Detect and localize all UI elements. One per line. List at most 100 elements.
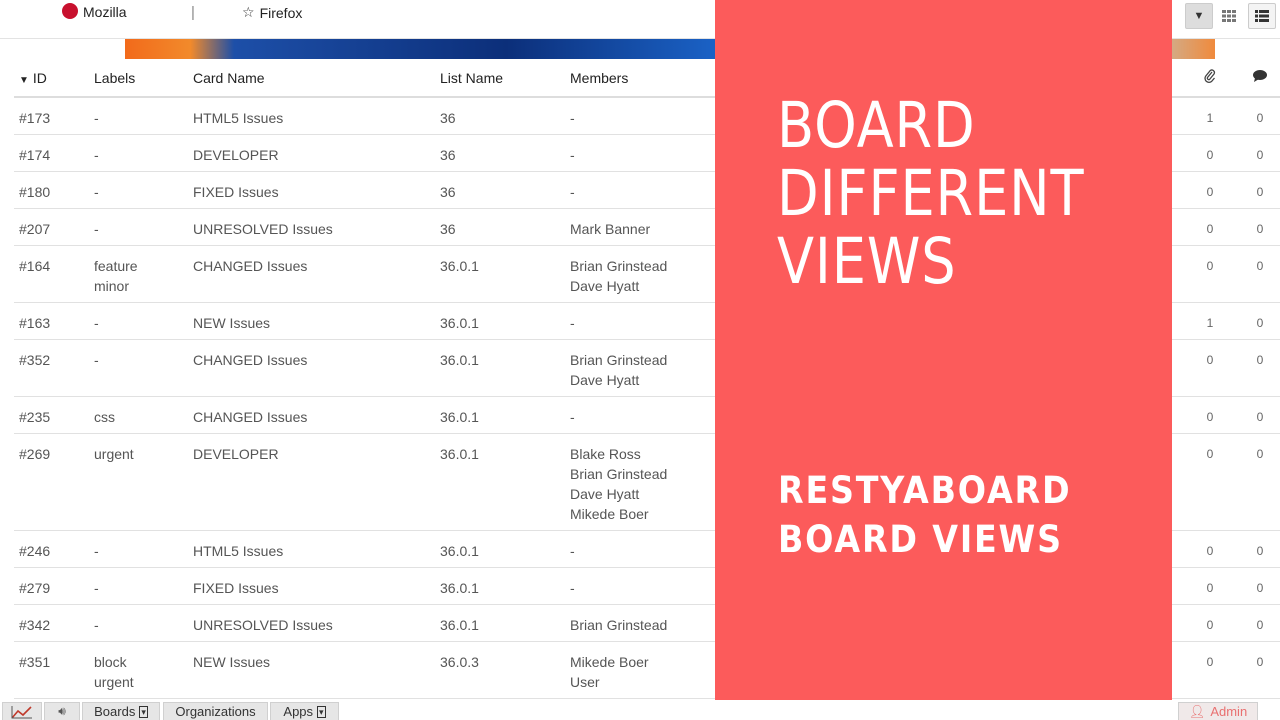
dropdown-caret-button[interactable]: ▼ (1185, 3, 1213, 29)
comment-count: 0 (1256, 353, 1264, 367)
overlay-title: BOARD DIFFERENT VIEWS (777, 92, 1085, 296)
comment-count: 0 (1256, 111, 1264, 125)
card-name[interactable]: UNRESOLVED Issues (193, 219, 333, 239)
list-name: 36.0.1 (440, 617, 479, 633)
overlay-title-line: BOARD (777, 89, 976, 162)
card-members: Mark Banner (570, 219, 650, 239)
card-members-item: - (570, 580, 575, 596)
organizations-label: Organizations (175, 704, 256, 719)
attachment-count: 0 (1206, 353, 1214, 367)
card-id: #342 (19, 617, 51, 633)
apps-menu-button[interactable]: Apps ▾ (270, 702, 339, 720)
column-header-members[interactable]: Members (570, 68, 628, 88)
card-labels-item: - (94, 221, 99, 237)
grid-view-button[interactable] (1215, 3, 1243, 29)
organizations-button[interactable]: Organizations (163, 702, 268, 720)
card-members-item: - (570, 409, 575, 425)
list-name: 36.0.1 (440, 409, 479, 425)
card-name[interactable]: NEW Issues (193, 652, 270, 672)
card-labels-item: - (94, 543, 99, 559)
card-labels: - (94, 145, 99, 165)
card-members-item: Mark Banner (570, 221, 651, 237)
activity-chart-icon (11, 705, 32, 719)
card-name[interactable]: FIXED Issues (193, 182, 279, 202)
card-labels-item: minor (94, 278, 130, 294)
list-view-button[interactable] (1248, 3, 1276, 29)
card-id: #174 (19, 147, 51, 163)
card-labels: - (94, 182, 99, 202)
comment-count: 0 (1256, 316, 1264, 330)
card-name[interactable]: CHANGED Issues (193, 350, 307, 370)
card-name[interactable]: HTML5 Issues (193, 541, 283, 561)
card-id: #164 (19, 258, 51, 274)
card-name[interactable]: CHANGED Issues (193, 407, 307, 427)
attachment-count: 0 (1206, 544, 1214, 558)
card-labels: - (94, 578, 99, 598)
card-members-item: Brian Grinstead (570, 352, 668, 368)
column-header-attachments[interactable] (1202, 68, 1218, 88)
card-id: #173 (19, 110, 51, 126)
card-members-item: Brian Grinstead (570, 466, 668, 482)
card-members-item: Mikede Boer (570, 654, 649, 670)
card-members-item: Brian Grinstead (570, 258, 668, 274)
column-header-labels[interactable]: Labels (94, 68, 135, 88)
admin-user-button[interactable]: 👤︎ Admin (1178, 702, 1258, 720)
card-labels: urgent (94, 444, 134, 464)
user-icon: 👤︎ (1188, 703, 1206, 719)
card-labels-item: urgent (94, 446, 134, 462)
card-labels: css (94, 407, 115, 427)
board-name: Firefox (259, 4, 303, 21)
list-name: 36.0.1 (440, 258, 479, 274)
card-name[interactable]: HTML5 Issues (193, 108, 283, 128)
card-name[interactable]: DEVELOPER (193, 444, 279, 464)
footer-bar: 🔊︎ Boards ▾ Organizations Apps ▾ 👤︎ Admin (0, 700, 1280, 720)
card-id: #163 (19, 315, 51, 331)
card-id: #351 (19, 654, 51, 670)
list-name: 36 (440, 184, 456, 200)
list-name: 36 (440, 110, 456, 126)
card-labels: - (94, 108, 99, 128)
column-header-comments[interactable] (1252, 68, 1268, 88)
card-id: #279 (19, 580, 51, 596)
card-members: Blake Ross Brian Grinstead Dave Hyatt Miked… (570, 444, 667, 524)
card-members: - (570, 108, 575, 128)
boards-menu-button[interactable]: Boards ▾ (82, 702, 160, 720)
list-name: 36 (440, 147, 456, 163)
card-id: #269 (19, 446, 51, 462)
card-labels-item: urgent (94, 674, 134, 690)
card-labels-item: - (94, 110, 99, 126)
breadcrumb-board[interactable]: ☆ Firefox (242, 4, 302, 21)
card-id: #246 (19, 543, 51, 559)
promo-overlay-panel: BOARD DIFFERENT VIEWS RESTYABOARD BOARD … (715, 0, 1172, 720)
card-name[interactable]: DEVELOPER (193, 145, 279, 165)
card-name[interactable]: FIXED Issues (193, 578, 279, 598)
breadcrumb-organization[interactable]: Mozilla (62, 3, 127, 20)
mozilla-logo-icon (62, 3, 78, 19)
card-name[interactable]: CHANGED Issues (193, 256, 307, 276)
column-header-id[interactable]: ▼ ID (19, 68, 47, 91)
column-header-list-name[interactable]: List Name (440, 68, 503, 88)
comment-count: 0 (1256, 148, 1264, 162)
card-name[interactable]: NEW Issues (193, 313, 270, 333)
card-labels: - (94, 541, 99, 561)
activity-button[interactable] (2, 702, 42, 720)
card-members-item: Blake Ross (570, 446, 641, 462)
card-members: Brian Grinstead (570, 615, 667, 635)
card-labels-item: css (94, 409, 115, 425)
card-members: Mikede Boer User (570, 652, 649, 692)
list-icon (1255, 10, 1269, 22)
column-header-card-name[interactable]: Card Name (193, 68, 265, 88)
sound-button[interactable]: 🔊︎ (44, 702, 80, 720)
card-members-item: Dave Hyatt (570, 278, 640, 294)
list-name: 36.0.1 (440, 315, 479, 331)
dropdown-icon: ▾ (139, 705, 148, 718)
star-icon[interactable]: ☆ (242, 4, 255, 21)
card-members: - (570, 313, 575, 333)
list-name: 36.0.1 (440, 543, 479, 559)
card-name[interactable]: UNRESOLVED Issues (193, 615, 333, 635)
comment-icon (1253, 70, 1267, 82)
card-labels: - (94, 219, 99, 239)
comment-count: 0 (1256, 581, 1264, 595)
dropdown-icon: ▾ (317, 705, 326, 718)
card-members-item: - (570, 110, 575, 126)
